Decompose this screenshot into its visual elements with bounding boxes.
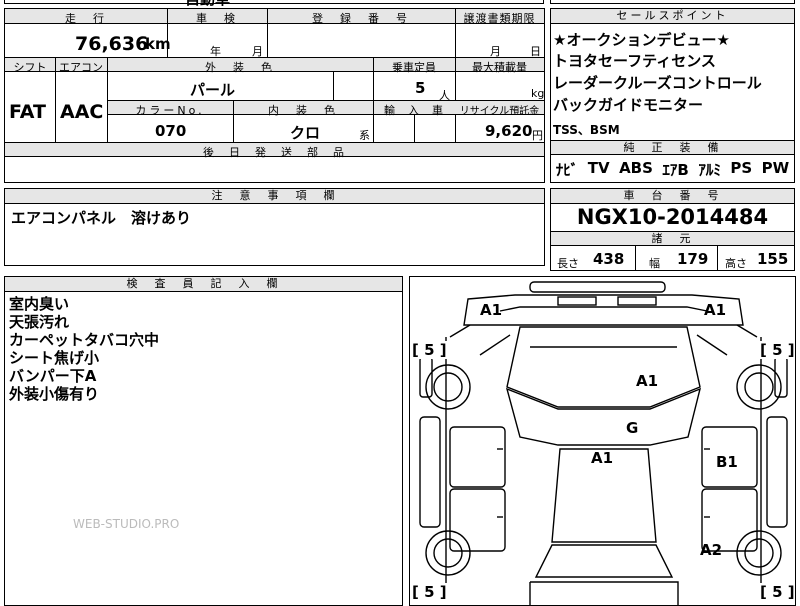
recycle-fee-unit: 円 <box>532 129 543 142</box>
interior-color-value: クロ <box>290 124 321 142</box>
inspector-item-4: シート焦げ小 <box>9 349 100 367</box>
damage-mark-front-left: A1 <box>480 301 503 319</box>
header-recycle: リサイクル預託金 <box>459 106 540 117</box>
header-inspection: 車 検 <box>196 12 238 25</box>
equip-alloy: ｱﾙﾐ <box>698 161 721 179</box>
sales-point-4: バックガイドモニター <box>553 96 704 114</box>
interior-suffix: 系 <box>359 129 370 142</box>
chassis-header: 車 台 番 号 <box>551 189 794 204</box>
exterior-color-value: パール <box>190 81 236 99</box>
width-label: 幅 <box>649 257 660 270</box>
mileage-value: 76,636 <box>75 33 149 55</box>
ac-value: AAC <box>60 101 104 123</box>
tire-rear-left: [ 5 ] <box>412 583 447 601</box>
inspector-header: 検 査 員 記 入 欄 <box>5 277 402 292</box>
sales-top-cut <box>550 0 795 4</box>
sales-points-header: セールスポイント <box>551 9 794 24</box>
top-strip <box>4 0 544 4</box>
equipment-list: ﾅﾋﾞ TV ABS ｴｱB ｱﾙﾐ PS PW <box>551 159 794 180</box>
length-value: 438 <box>593 250 625 268</box>
sales-point-1: ★オークションデビュー★ <box>553 31 730 49</box>
header-interior-color: 内 装 色 <box>268 104 338 117</box>
header-transfer-deadline: 譲渡書類期限 <box>463 12 536 25</box>
header-shift: シフト <box>13 61 47 74</box>
chassis-box: 車 台 番 号 NGX10-2014484 諸 元 長さ 438 幅 179 高… <box>550 188 795 271</box>
car-diagram-box: A1 A1 A1 G A1 B1 A2 [ 5 ] [ 5 ] [ 5 ] [ … <box>409 276 796 606</box>
notes-header: 注 意 事 項 欄 <box>5 189 544 204</box>
max-load-unit: kg <box>531 87 545 100</box>
inspector-item-1: 室内臭い <box>9 295 70 313</box>
sales-point-5: TSS、BSM <box>553 123 620 137</box>
watermark: WEB-STUDIO.PRO <box>73 517 180 531</box>
sales-point-3: レーダークルーズコントロール <box>553 74 762 92</box>
header-color-no: カラーNo. <box>135 104 205 117</box>
notes-text: エアコンパネル 溶けあり <box>11 209 192 227</box>
tire-front-left: [ 5 ] <box>412 341 447 359</box>
notes-box: 注 意 事 項 欄 エアコンパネル 溶けあり <box>4 188 545 266</box>
vehicle-info-table: 走 行 車 検 登 録 番 号 譲渡書類期限 76,636 km 年 月 月 日… <box>4 8 545 183</box>
equip-pw: PW <box>761 159 790 177</box>
chassis-number: NGX10-2014484 <box>576 205 769 229</box>
equip-navi: ﾅﾋﾞ <box>555 161 579 179</box>
damage-mark-windshield: G <box>626 419 639 437</box>
damage-mark-hood: A1 <box>636 372 659 390</box>
damage-mark-right-door: B1 <box>716 453 738 471</box>
length-label: 長さ <box>557 257 579 270</box>
inspector-item-2: 天張汚れ <box>9 313 70 331</box>
equip-airbag: ｴｱB <box>662 161 689 179</box>
damage-mark-roof: A1 <box>591 449 614 467</box>
equipment-header: 純 正 装 備 <box>551 141 794 155</box>
inspector-item-5: バンパー下A <box>9 367 97 385</box>
equip-tv: TV <box>587 159 610 177</box>
header-max-load: 最大積載量 <box>472 61 527 74</box>
inspector-box: 検 査 員 記 入 欄 室内臭い 天張汚れ カーペットタバコ穴中 シート焦げ小 … <box>4 276 403 606</box>
color-no-value: 070 <box>155 122 187 140</box>
sales-points-box: セールスポイント ★オークションデビュー★ トヨタセーフティセンス レーダークル… <box>550 8 795 183</box>
damage-mark-front-right: A1 <box>704 301 727 319</box>
header-ac: エアコン <box>59 61 103 74</box>
mileage-unit: km <box>145 35 171 53</box>
inspector-item-3: カーペットタバコ穴中 <box>9 331 160 349</box>
spec-header: 諸 元 <box>551 232 794 246</box>
header-registration: 登 録 番 号 <box>312 12 410 25</box>
height-label: 高さ <box>725 257 747 270</box>
inspector-item-6: 外装小傷有り <box>9 385 100 403</box>
height-value: 155 <box>757 250 789 268</box>
recycle-fee-value: 9,620 <box>485 122 533 140</box>
shift-value: FAT <box>9 101 46 123</box>
equip-abs: ABS <box>619 159 653 177</box>
header-capacity: 乗車定員 <box>392 61 436 74</box>
tire-front-right: [ 5 ] <box>760 341 795 359</box>
header-later-parts: 後 日 発 送 部 品 <box>203 146 346 159</box>
damage-mark-rear-right: A2 <box>700 541 723 559</box>
equip-ps: PS <box>730 159 753 177</box>
header-mileage: 走 行 <box>65 12 107 25</box>
sales-point-2: トヨタセーフティセンス <box>553 52 716 70</box>
tire-rear-right: [ 5 ] <box>760 583 795 601</box>
car-diagram <box>419 281 788 605</box>
width-value: 179 <box>677 250 709 268</box>
capacity-value: 5 <box>415 79 426 97</box>
